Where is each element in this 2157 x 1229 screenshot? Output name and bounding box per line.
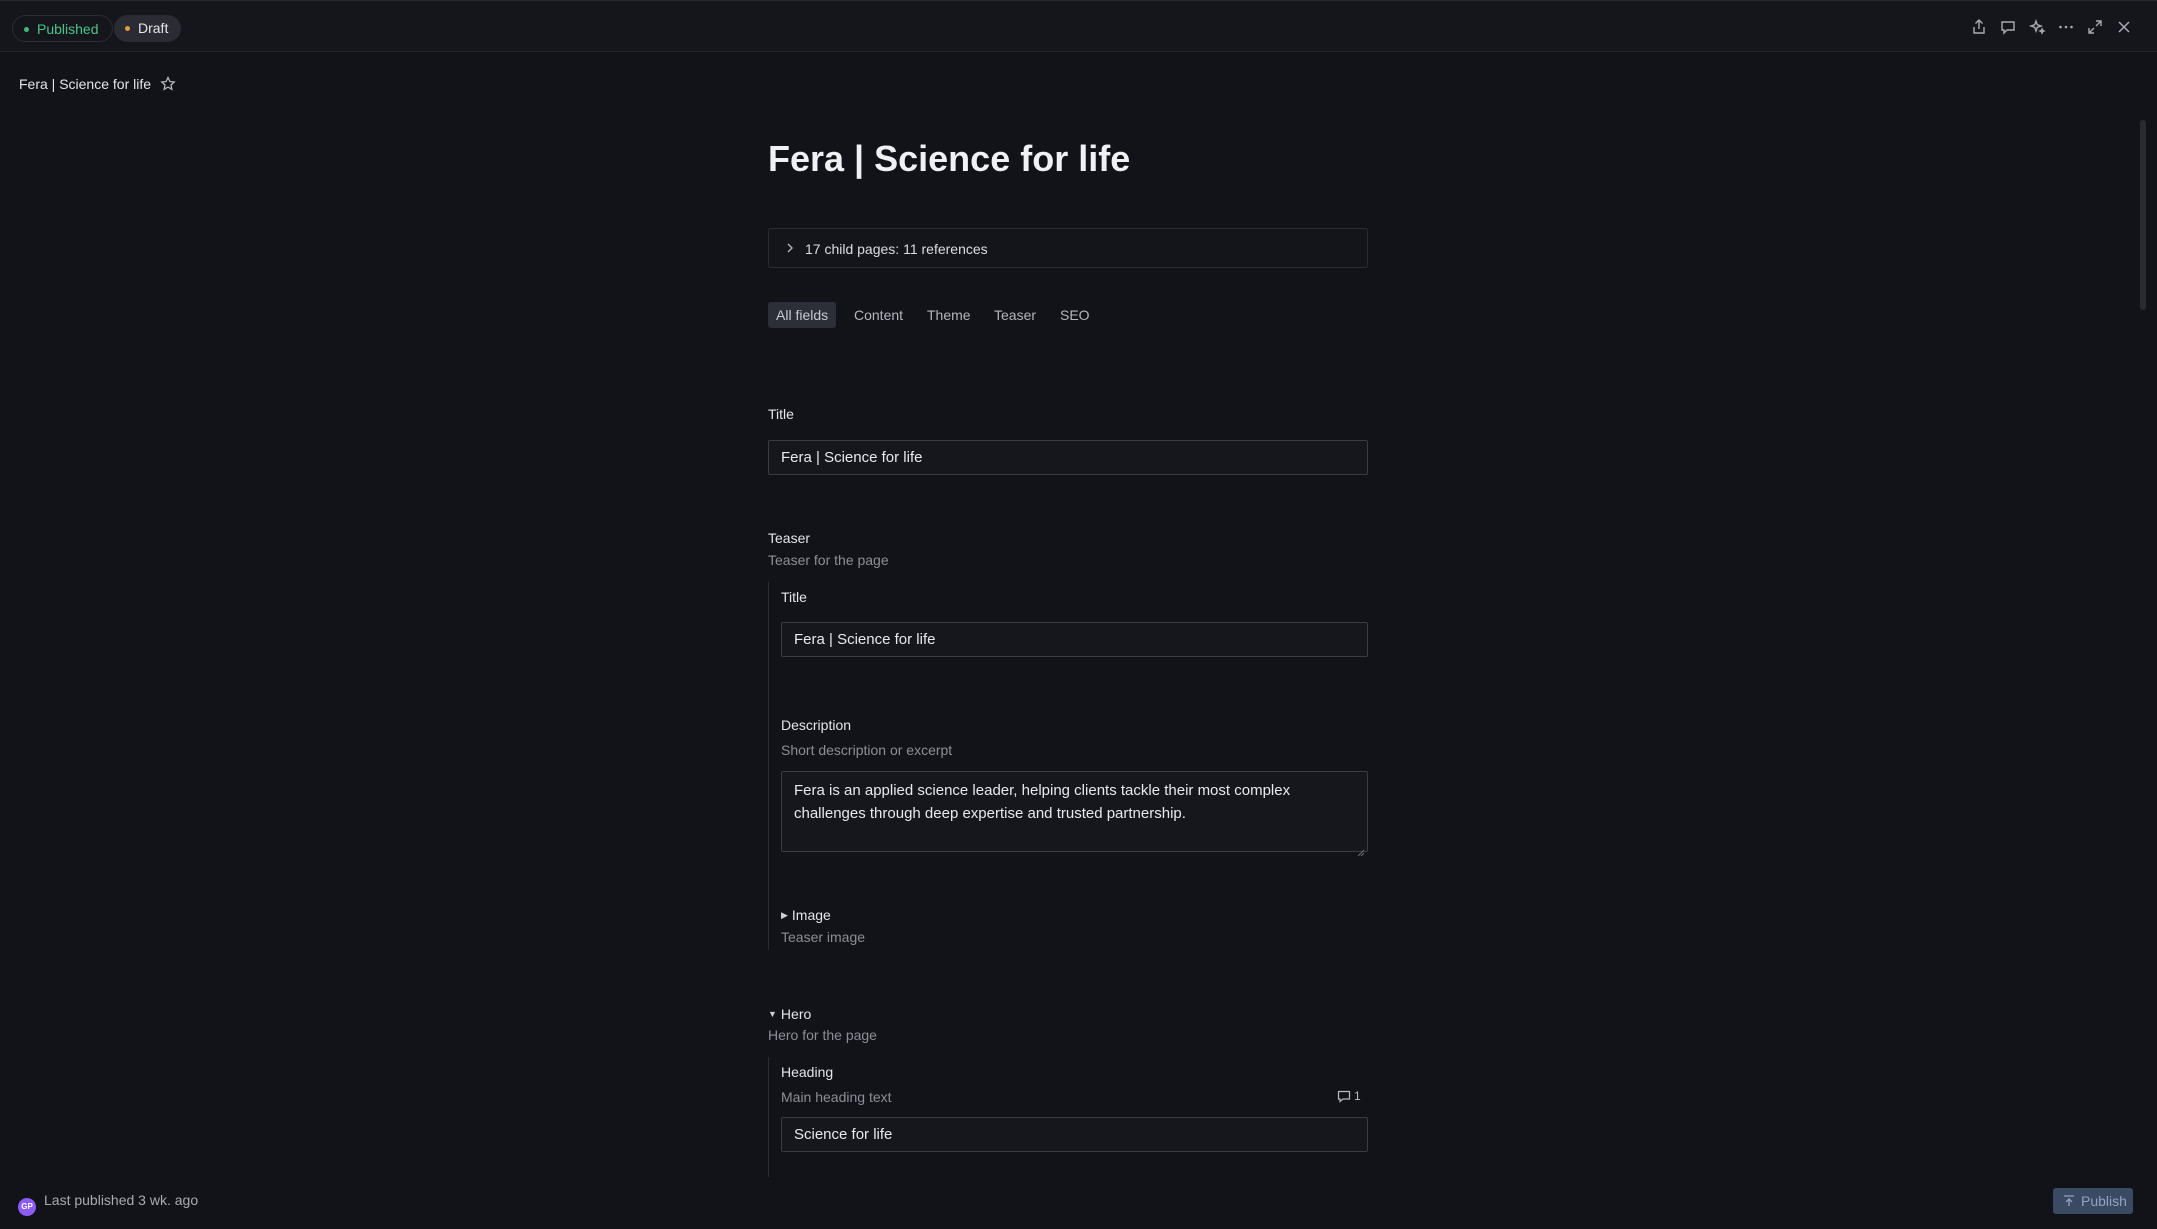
hero-group-line bbox=[768, 1057, 769, 1177]
draft-status-pill[interactable]: Draft bbox=[114, 15, 182, 42]
last-published-text: Last published 3 wk. ago bbox=[44, 1192, 199, 1208]
chevron-right-icon bbox=[783, 241, 797, 255]
caret-right-icon: ▶ bbox=[781, 910, 788, 920]
tab-content[interactable]: Content bbox=[854, 302, 903, 328]
teaser-image-hint: Teaser image bbox=[781, 929, 866, 945]
tab-seo[interactable]: SEO bbox=[1060, 302, 1090, 328]
expand-icon[interactable] bbox=[2086, 18, 2104, 36]
tab-theme[interactable]: Theme bbox=[927, 302, 971, 328]
published-dot bbox=[24, 27, 29, 32]
hero-toggle[interactable]: ▼ Hero bbox=[768, 1006, 811, 1022]
published-status-pill[interactable]: Published bbox=[12, 15, 113, 42]
hero-heading-label: Heading bbox=[781, 1064, 834, 1080]
comment-icon[interactable] bbox=[1999, 18, 2017, 36]
tab-all-fields[interactable]: All fields bbox=[768, 302, 837, 328]
more-icon[interactable] bbox=[2057, 18, 2075, 36]
draft-dot bbox=[125, 26, 130, 31]
sparkles-icon[interactable] bbox=[2028, 18, 2046, 36]
document-title: Fera | Science for life bbox=[768, 138, 1131, 179]
star-icon[interactable] bbox=[159, 75, 177, 93]
scrollbar[interactable] bbox=[2140, 120, 2146, 310]
resize-handle-icon[interactable] bbox=[1357, 841, 1365, 857]
hero-heading-input[interactable]: Science for life bbox=[781, 1117, 1368, 1152]
teaser-description-hint: Short description or excerpt bbox=[781, 742, 953, 758]
publish-label: Publish bbox=[2081, 1193, 2127, 1209]
teaser-label: Teaser bbox=[768, 530, 811, 546]
caret-down-icon: ▼ bbox=[768, 1009, 777, 1019]
comment-count-value: 1 bbox=[1354, 1089, 1361, 1103]
close-icon[interactable] bbox=[2115, 18, 2133, 36]
teaser-image-toggle[interactable]: ▶ Image bbox=[781, 907, 831, 923]
teaser-image-label: Image bbox=[791, 907, 831, 923]
child-pages-label: 17 child pages: 11 references bbox=[805, 241, 988, 257]
teaser-description-textarea[interactable]: Fera is an applied science leader, helpi… bbox=[781, 771, 1368, 857]
teaser-description: Teaser for the page bbox=[768, 552, 889, 568]
published-label: Published bbox=[37, 21, 99, 37]
breadcrumb-title[interactable]: Fera | Science for life bbox=[19, 76, 151, 92]
top-bar: Published Draft bbox=[0, 0, 2157, 52]
title-field-label: Title bbox=[768, 406, 794, 422]
tab-teaser[interactable]: Teaser bbox=[994, 302, 1036, 328]
publish-icon bbox=[2064, 1195, 2074, 1206]
child-pages-toggle[interactable]: 17 child pages: 11 references bbox=[768, 228, 1368, 268]
hero-description: Hero for the page bbox=[768, 1027, 877, 1043]
teaser-description-text: Fera is an applied science leader, helpi… bbox=[794, 782, 1291, 822]
title-input[interactable]: Fera | Science for life bbox=[768, 440, 1368, 475]
comment-bubble-icon bbox=[1337, 1090, 1351, 1103]
hero-label: Hero bbox=[780, 1006, 812, 1022]
footer-status: GP Last published 3 wk. ago bbox=[18, 1192, 198, 1216]
avatar[interactable]: GP bbox=[18, 1198, 36, 1216]
teaser-group-line bbox=[768, 582, 769, 950]
share-icon[interactable] bbox=[1970, 18, 1988, 36]
teaser-title-input[interactable]: Fera | Science for life bbox=[781, 622, 1368, 657]
publish-button[interactable]: Publish bbox=[2053, 1188, 2133, 1214]
comment-count[interactable]: 1 bbox=[1336, 1088, 1361, 1106]
teaser-description-label: Description bbox=[781, 717, 852, 733]
hero-heading-hint: Main heading text bbox=[781, 1089, 892, 1105]
teaser-title-label: Title bbox=[781, 589, 807, 605]
draft-label: Draft bbox=[138, 20, 169, 36]
